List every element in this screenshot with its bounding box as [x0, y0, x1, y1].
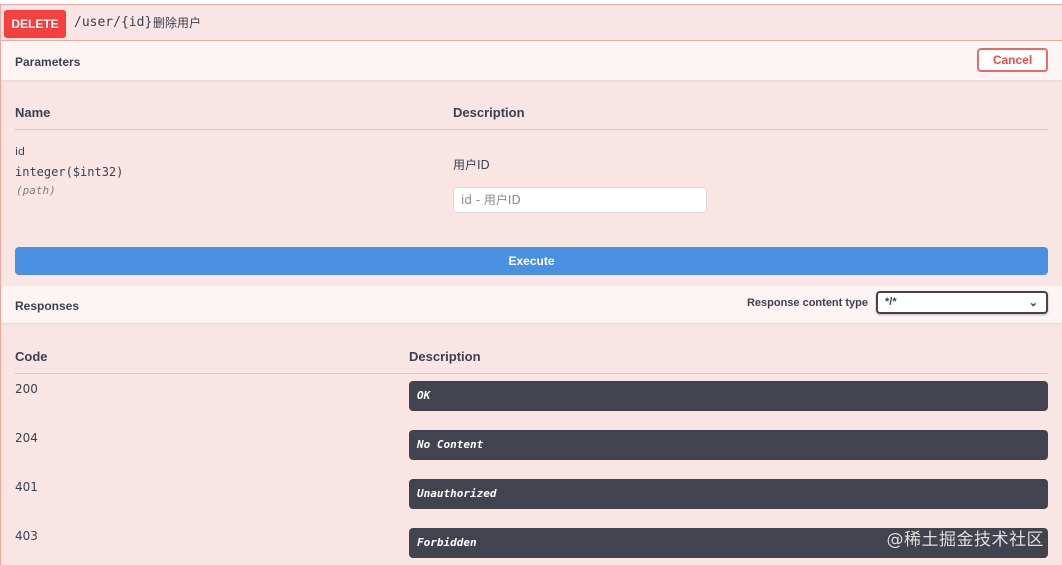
- param-col-description: Description: [453, 105, 525, 120]
- param-col-name: Name: [15, 105, 51, 120]
- response-code: 401: [15, 480, 38, 494]
- responses-header: Responses Response content type */* ⌄: [1, 286, 1062, 323]
- response-content-type-value: */*: [885, 296, 897, 308]
- watermark: @稀土掘金技术社区: [886, 530, 1044, 550]
- operation-path: /user/{id}: [74, 15, 153, 30]
- param-name: id: [15, 145, 26, 158]
- responses-title: Responses: [15, 299, 80, 313]
- parameters-title: Parameters: [15, 55, 81, 69]
- response-description: Unauthorized: [409, 479, 1048, 509]
- param-description: 用户ID: [453, 158, 490, 172]
- operation-summary-text: 删除用户: [153, 16, 202, 30]
- response-code: 200: [15, 382, 38, 396]
- response-code: 204: [15, 431, 38, 445]
- parameters-header: Parameters Cancel: [1, 41, 1062, 80]
- param-id-input[interactable]: [453, 187, 707, 213]
- param-header-divider: [15, 129, 1048, 130]
- response-description: No Content: [409, 430, 1048, 460]
- param-location: (path): [16, 184, 56, 197]
- response-content-type-label: Response content type: [746, 297, 868, 309]
- response-col-code: Code: [15, 349, 48, 364]
- operation-block-delete: DELETE /user/{id} 删除用户 Parameters Cancel…: [0, 4, 1062, 565]
- chevron-down-icon: ⌄: [1028, 297, 1038, 309]
- response-code: 403: [15, 529, 38, 543]
- http-method-badge: DELETE: [4, 10, 66, 38]
- response-content-type-select[interactable]: */* ⌄: [876, 291, 1048, 314]
- param-type: integer($int32): [15, 165, 124, 179]
- response-col-description: Description: [409, 349, 481, 364]
- response-description: OK: [409, 381, 1048, 411]
- operation-summary[interactable]: DELETE /user/{id} 删除用户: [1, 5, 1062, 41]
- execute-button[interactable]: Execute: [15, 247, 1048, 275]
- response-header-divider: [15, 373, 1048, 374]
- cancel-button[interactable]: Cancel: [977, 48, 1048, 72]
